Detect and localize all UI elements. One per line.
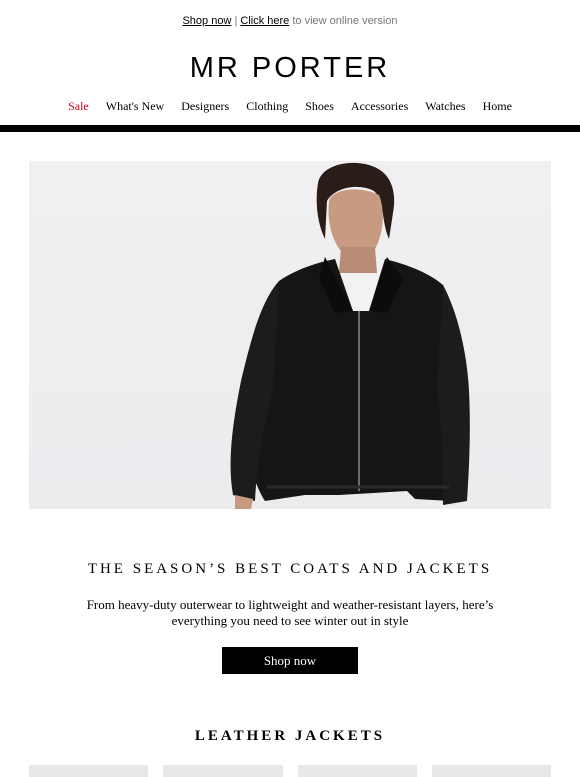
preheader-text: to view online version — [292, 15, 398, 27]
nav-item-accessories[interactable]: Accessories — [351, 99, 408, 114]
product-thumbnail[interactable] — [297, 765, 417, 777]
click-here-link[interactable]: Click here — [240, 15, 289, 27]
nav-item-sale[interactable]: Sale — [68, 99, 89, 114]
hero-image[interactable] — [29, 161, 551, 509]
nav-item-designers[interactable]: Designers — [181, 99, 229, 114]
product-thumbnail[interactable] — [29, 765, 149, 777]
section-heading: LEATHER JACKETS — [194, 728, 386, 745]
shop-now-button[interactable]: Shop now — [222, 647, 358, 674]
nav-item-shoes[interactable]: Shoes — [305, 99, 334, 114]
header-divider — [0, 125, 580, 132]
model-leather-jacket-illustration — [230, 162, 470, 509]
shop-now-link[interactable]: Shop now — [182, 15, 231, 27]
brand-logo[interactable]: MR PORTER — [0, 50, 580, 86]
nav-item-watches[interactable]: Watches — [425, 99, 465, 114]
preheader-separator: | — [234, 15, 238, 27]
product-thumbnail[interactable] — [163, 765, 283, 777]
nav-item-clothing[interactable]: Clothing — [246, 99, 288, 114]
nav-item-home[interactable]: Home — [483, 99, 512, 114]
product-thumbnail[interactable] — [431, 765, 551, 777]
product-thumbnails — [29, 765, 551, 777]
hero-body-copy: From heavy-duty outerwear to lightweight… — [86, 597, 494, 628]
nav-item-whats-new[interactable]: What's New — [106, 99, 164, 114]
hero-heading: THE SEASON’S BEST COATS AND JACKETS — [87, 561, 493, 578]
preheader: Shop now | Click here to view online ver… — [0, 15, 580, 27]
main-nav: Sale What's New Designers Clothing Shoes… — [0, 99, 580, 114]
